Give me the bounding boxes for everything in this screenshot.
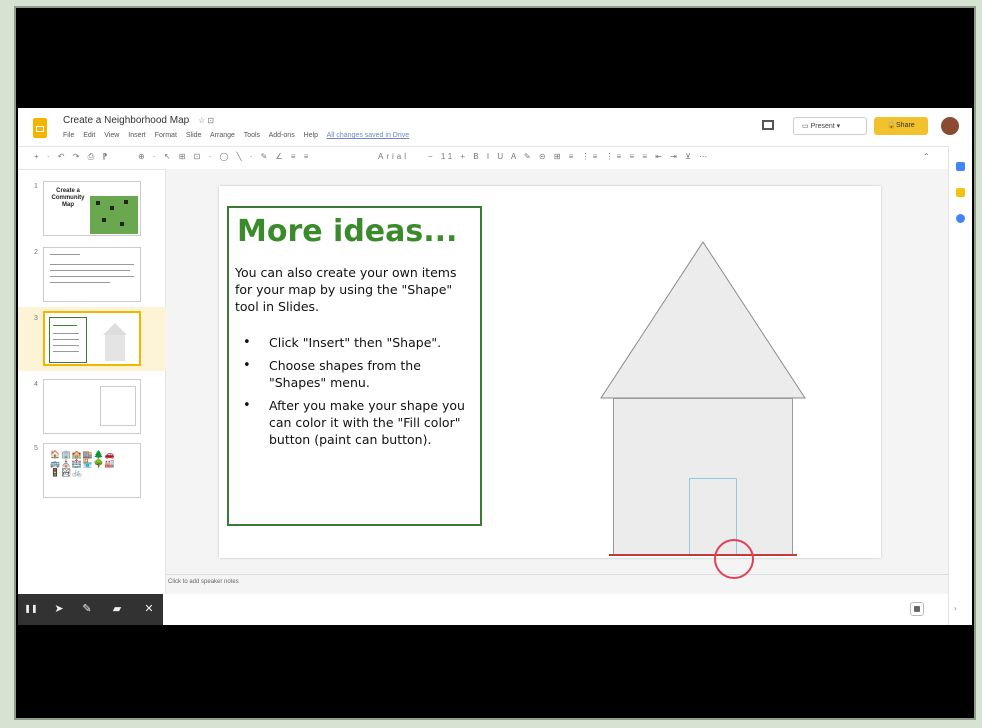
- tasks-icon[interactable]: [956, 214, 965, 223]
- comments-icon[interactable]: [762, 120, 774, 130]
- slide-thumbnail-2[interactable]: [43, 247, 141, 302]
- slide-thumbnail-1[interactable]: Create a Community Map: [43, 181, 141, 236]
- menu-view[interactable]: View: [104, 132, 119, 139]
- toolbar: + · ↶ ↷ ⎙ ⁋ ⊕ · ↖ ⊞ ⊡ · ◯ ╲ · ✎ ∠ ≡ ≡ Ar…: [18, 146, 948, 170]
- menu-format[interactable]: Format: [155, 132, 177, 139]
- avatar[interactable]: [941, 117, 959, 135]
- slide-heading: More ideas...: [237, 214, 458, 249]
- slide-thumbnail-4[interactable]: [43, 379, 141, 434]
- slides-logo-icon[interactable]: [33, 118, 47, 138]
- present-icon: ▭: [802, 123, 811, 130]
- chevron-right-icon[interactable]: ›: [954, 604, 957, 613]
- slides-app: Create a Neighborhood Map ☆ ⊡ File Edit …: [18, 108, 972, 625]
- doc-title[interactable]: Create a Neighborhood Map ☆ ⊡: [63, 115, 214, 126]
- menu-file[interactable]: File: [63, 132, 74, 139]
- thumb-icon-grid: 🏠🏢🏫🏬🌲🚗🚌⛪🏥🏪🌳🏭🚦🏞🚲: [50, 450, 116, 477]
- thumb-title: Create a Community Map: [51, 188, 85, 208]
- collapse-toolbar-icon[interactable]: ⌃: [923, 152, 933, 161]
- house-base-line[interactable]: [609, 554, 797, 556]
- side-panel: [948, 146, 972, 625]
- menu-bar: File Edit View Insert Format Slide Arran…: [63, 132, 416, 139]
- font-select[interactable]: Arial: [378, 152, 409, 161]
- share-button[interactable]: 🔒Share: [874, 117, 928, 135]
- menu-insert[interactable]: Insert: [128, 132, 146, 139]
- menu-help[interactable]: Help: [304, 132, 318, 139]
- slide-number: 5: [34, 445, 38, 452]
- explore-button[interactable]: [910, 602, 924, 616]
- share-label: Share: [896, 122, 915, 129]
- slide-thumbnail-3[interactable]: [43, 311, 141, 366]
- list-item: After you make your shape you can color …: [235, 397, 481, 448]
- list-item: Click "Insert" then "Shape".: [235, 334, 481, 351]
- speaker-notes[interactable]: Click to add speaker notes: [166, 574, 948, 595]
- present-button[interactable]: ▭ Present ▾: [793, 117, 867, 135]
- highlighter-icon[interactable]: ▰: [110, 603, 124, 615]
- text-box[interactable]: More ideas... You can also create your o…: [227, 206, 482, 526]
- present-label: Present: [810, 123, 835, 130]
- toolbar-undo-redo-group[interactable]: + · ↶ ↷ ⎙ ⁋: [34, 152, 110, 162]
- thumb-map-image: [90, 196, 138, 234]
- slide-number: 3: [34, 315, 38, 322]
- filmstrip: 1 Create a Community Map 2 3 4 5 🏠🏢🏫🏬🌲🚗🚌…: [18, 169, 166, 594]
- pen-icon[interactable]: ✎: [80, 603, 94, 615]
- close-icon[interactable]: ✕: [142, 603, 156, 615]
- calendar-icon[interactable]: [956, 162, 965, 171]
- house-roof-shape[interactable]: [600, 241, 806, 399]
- lock-icon: 🔒: [887, 122, 897, 129]
- menu-tools[interactable]: Tools: [244, 132, 260, 139]
- pause-icon[interactable]: ❚❚: [24, 603, 38, 615]
- screencast-toolbar: ❚❚ ➤ ✎ ▰ ✕: [18, 594, 163, 625]
- cursor-highlight: [714, 539, 754, 579]
- chevron-down-icon[interactable]: ▾: [835, 123, 841, 130]
- slide-number: 4: [34, 381, 38, 388]
- doc-title-text[interactable]: Create a Neighborhood Map: [63, 115, 189, 126]
- list-item: Choose shapes from the "Shapes" menu.: [235, 357, 481, 391]
- last-edit-link[interactable]: All changes saved in Drive: [327, 132, 410, 139]
- menu-addons[interactable]: Add-ons: [269, 132, 295, 139]
- menu-arrange[interactable]: Arrange: [210, 132, 235, 139]
- slide-intro-text: You can also create your own items for y…: [235, 265, 457, 314]
- speaker-notes-placeholder[interactable]: Click to add speaker notes: [168, 579, 239, 585]
- keep-icon[interactable]: [956, 188, 965, 197]
- slide-number: 2: [34, 249, 38, 256]
- slide-number: 1: [34, 183, 38, 190]
- star-folder-icons[interactable]: ☆ ⊡: [198, 116, 214, 125]
- menu-slide[interactable]: Slide: [186, 132, 202, 139]
- slide-thumbnail-5[interactable]: 🏠🏢🏫🏬🌲🚗🚌⛪🏥🏪🌳🏭🚦🏞🚲: [43, 443, 141, 498]
- toolbar-format-group[interactable]: − 11 + B I U A ✎ ⊝ ⊞ ≡ ⋮≡ ⋮≡ ≡ ≡ ⇤ ⇥ ⊻ ⋯: [428, 152, 710, 161]
- toolbar-insert-group[interactable]: ⊕ · ↖ ⊞ ⊡ · ◯ ╲ · ✎ ∠ ≡ ≡: [138, 152, 311, 161]
- current-slide[interactable]: More ideas... You can also create your o…: [219, 186, 881, 558]
- bullet-list: Click "Insert" then "Shape". Choose shap…: [235, 334, 481, 454]
- pointer-icon[interactable]: ➤: [52, 603, 66, 615]
- menu-edit[interactable]: Edit: [83, 132, 95, 139]
